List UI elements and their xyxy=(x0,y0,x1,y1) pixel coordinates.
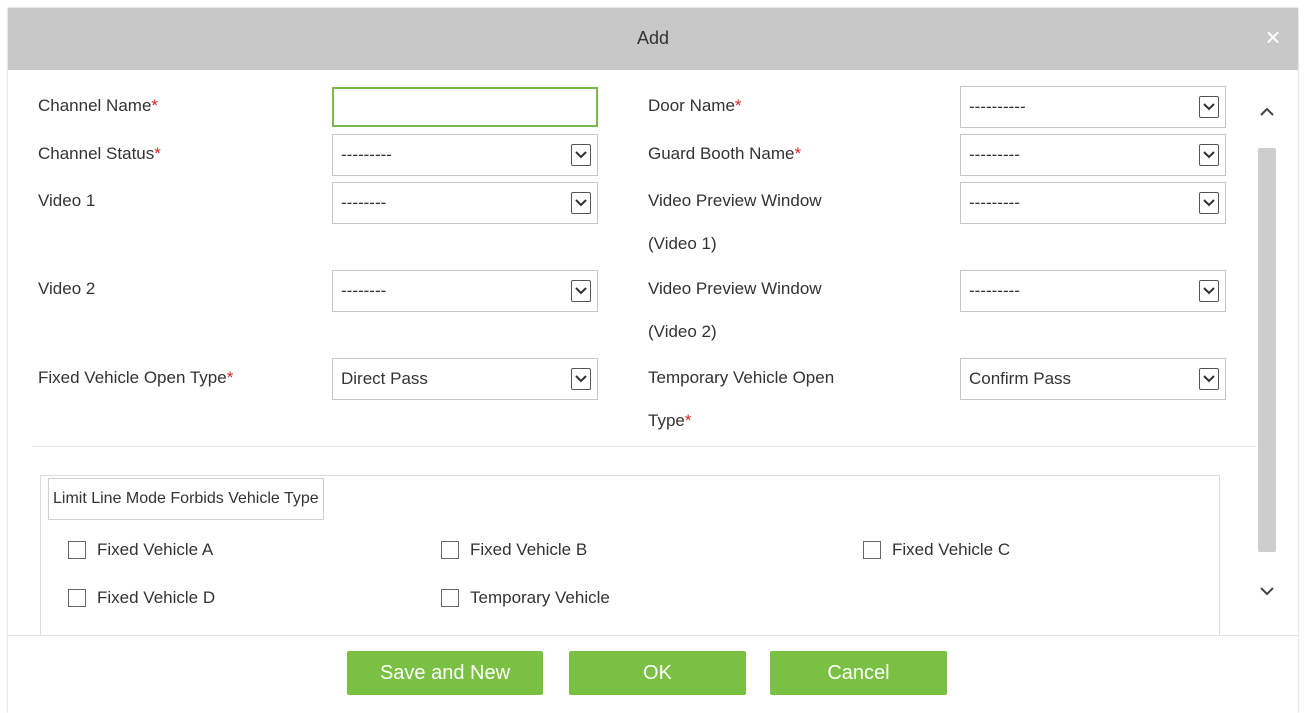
video-preview1-select[interactable]: --------- xyxy=(960,182,1226,224)
channel-name-input[interactable] xyxy=(332,87,598,127)
add-dialog: Add × Channel Name* Door Name* ---------… xyxy=(8,8,1298,713)
video1-select[interactable]: -------- xyxy=(332,182,598,224)
video-preview2-label-line1: Video Preview Window xyxy=(648,279,822,298)
door-name-label: Door Name* xyxy=(648,96,742,115)
dialog-title: Add xyxy=(636,28,670,48)
temp-open-type-label-line2: Type* xyxy=(648,411,692,430)
chevron-down-icon xyxy=(571,368,591,390)
chevron-down-icon xyxy=(571,144,591,166)
checkbox-fixed-vehicle-c[interactable]: Fixed Vehicle C xyxy=(863,540,1010,560)
video-preview2-label-line2: (Video 2) xyxy=(648,322,717,341)
ok-button[interactable]: OK xyxy=(569,651,746,695)
checkbox-temporary-vehicle[interactable]: Temporary Vehicle xyxy=(441,588,610,608)
temp-open-type-label-line1: Temporary Vehicle Open xyxy=(648,368,835,387)
video1-label: Video 1 xyxy=(38,191,96,210)
channel-status-label: Channel Status* xyxy=(38,144,161,163)
channel-name-label: Channel Name* xyxy=(38,96,159,115)
dialog-title-bar: Add × xyxy=(8,8,1298,70)
checkbox-fixed-vehicle-a[interactable]: Fixed Vehicle A xyxy=(68,540,213,560)
checkbox-box[interactable] xyxy=(68,541,86,559)
section-divider xyxy=(32,446,1257,447)
chevron-up-icon[interactable] xyxy=(1256,100,1278,122)
close-icon[interactable]: × xyxy=(1260,22,1286,52)
checkbox-fixed-vehicle-b[interactable]: Fixed Vehicle B xyxy=(441,540,587,560)
footer-divider xyxy=(8,635,1298,636)
chevron-down-icon xyxy=(1199,280,1219,302)
video-preview2-select[interactable]: --------- xyxy=(960,270,1226,312)
checkbox-box[interactable] xyxy=(441,541,459,559)
video2-label: Video 2 xyxy=(38,279,96,298)
scrollbar-thumb[interactable] xyxy=(1258,148,1276,552)
checkbox-box[interactable] xyxy=(441,589,459,607)
guard-booth-name-select[interactable]: --------- xyxy=(960,134,1226,176)
door-name-select[interactable]: ---------- xyxy=(960,86,1226,128)
save-and-new-button[interactable]: Save and New xyxy=(347,651,543,695)
chevron-down-icon xyxy=(1199,144,1219,166)
temp-open-type-select[interactable]: Confirm Pass xyxy=(960,358,1226,400)
video2-select[interactable]: -------- xyxy=(332,270,598,312)
checkbox-fixed-vehicle-d[interactable]: Fixed Vehicle D xyxy=(68,588,215,608)
limit-line-legend: Limit Line Mode Forbids Vehicle Type xyxy=(48,478,324,520)
video-preview1-label-line2: (Video 1) xyxy=(648,234,717,253)
chevron-down-icon xyxy=(1199,368,1219,390)
checkbox-box[interactable] xyxy=(863,541,881,559)
checkbox-box[interactable] xyxy=(68,589,86,607)
video-preview1-label-line1: Video Preview Window xyxy=(648,191,822,210)
cancel-button[interactable]: Cancel xyxy=(770,651,947,695)
fixed-open-type-select[interactable]: Direct Pass xyxy=(332,358,598,400)
chevron-down-icon[interactable] xyxy=(1256,580,1278,602)
chevron-down-icon xyxy=(1199,96,1219,118)
vertical-scrollbar[interactable] xyxy=(1256,100,1278,620)
fixed-open-type-label: Fixed Vehicle Open Type* xyxy=(38,368,234,387)
channel-status-select[interactable]: --------- xyxy=(332,134,598,176)
chevron-down-icon xyxy=(571,280,591,302)
guard-booth-name-label: Guard Booth Name* xyxy=(648,144,802,163)
chevron-down-icon xyxy=(1199,192,1219,214)
chevron-down-icon xyxy=(571,192,591,214)
